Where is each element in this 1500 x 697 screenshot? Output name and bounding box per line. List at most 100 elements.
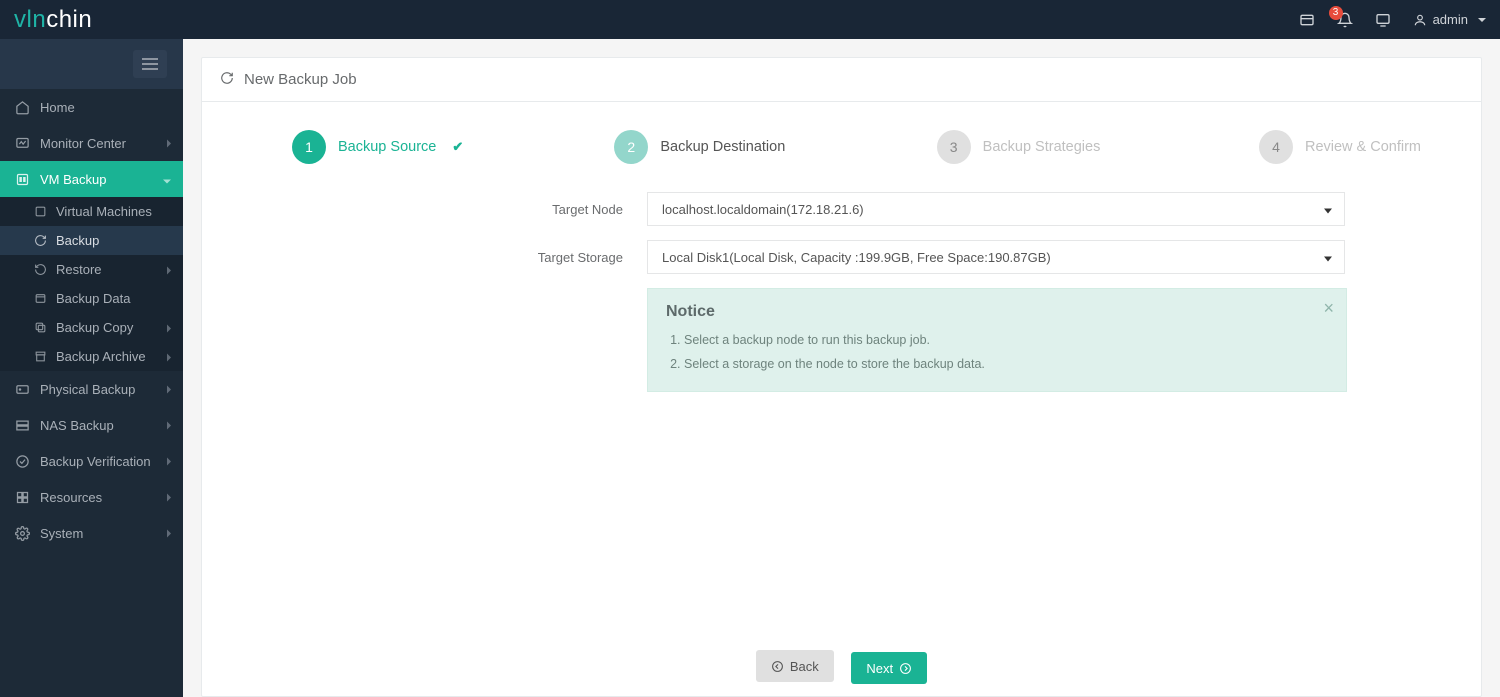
step-backup-destination[interactable]: 2 Backup Destination xyxy=(614,130,936,164)
sidebar-item-physical[interactable]: Physical Backup xyxy=(0,371,183,407)
topbar-right: 3 admin xyxy=(1299,12,1486,28)
step-backup-strategies[interactable]: 3 Backup Strategies xyxy=(937,130,1259,164)
select-target-storage[interactable]: Local Disk1(Local Disk, Capacity :199.9G… xyxy=(647,240,1345,274)
gear-icon xyxy=(14,525,30,541)
select-value: localhost.localdomain(172.18.21.6) xyxy=(662,202,864,217)
sidebar-label-physical: Physical Backup xyxy=(40,382,135,397)
chevron-left-icon xyxy=(167,418,171,433)
logo[interactable]: vlnchin xyxy=(14,0,92,39)
label-target-node: Target Node xyxy=(202,202,647,217)
subitem-label: Backup Copy xyxy=(56,320,133,335)
page-title: New Backup Job xyxy=(244,71,357,88)
subitem-label: Backup Data xyxy=(56,291,130,306)
chevron-left-icon xyxy=(167,454,171,469)
user-menu[interactable]: admin xyxy=(1413,12,1486,27)
subitem-restore[interactable]: Restore xyxy=(0,255,183,284)
label-target-storage: Target Storage xyxy=(202,250,647,265)
sidebar-item-resources[interactable]: Resources xyxy=(0,479,183,515)
chevron-down-icon xyxy=(1324,250,1332,265)
back-button[interactable]: Back xyxy=(756,650,834,682)
step-label: Backup Destination xyxy=(660,139,785,155)
chevron-left-icon xyxy=(167,382,171,397)
chevron-left-icon xyxy=(167,136,171,151)
sidebar: Home Monitor Center VM Backup Virtual Ma… xyxy=(0,39,183,697)
notice-item: Select a storage on the node to store th… xyxy=(684,353,1328,377)
notice-box: × Notice Select a backup node to run thi… xyxy=(647,288,1347,392)
sidebar-item-system[interactable]: System xyxy=(0,515,183,551)
notifications-icon[interactable]: 3 xyxy=(1337,12,1353,28)
subitem-virtualmachines[interactable]: Virtual Machines xyxy=(0,197,183,226)
wizard-steps: 1 Backup Source ✔ 2 Backup Destination 3… xyxy=(202,102,1481,192)
wizard-card: New Backup Job 1 Backup Source ✔ 2 Backu… xyxy=(201,57,1482,697)
arrow-left-icon xyxy=(771,660,784,673)
verification-icon xyxy=(14,453,30,469)
sidebar-item-nas[interactable]: NAS Backup xyxy=(0,407,183,443)
refresh-icon xyxy=(34,234,48,248)
vm-submenu: Virtual Machines Backup Restore Backup D… xyxy=(0,197,183,371)
sidebar-label-nas: NAS Backup xyxy=(40,418,114,433)
step-label: Review & Confirm xyxy=(1305,139,1421,155)
vm-icon xyxy=(14,171,30,187)
sidebar-item-home[interactable]: Home xyxy=(0,89,183,125)
chevron-left-icon xyxy=(167,526,171,541)
topbar: vlnchin 3 admin xyxy=(0,0,1500,39)
subitem-label: Backup Archive xyxy=(56,349,146,364)
subitem-backupcopy[interactable]: Backup Copy xyxy=(0,313,183,342)
select-target-node[interactable]: localhost.localdomain(172.18.21.6) xyxy=(647,192,1345,226)
logo-rest: chin xyxy=(46,6,92,33)
step-number: 3 xyxy=(937,130,971,164)
chevron-left-icon xyxy=(167,320,171,335)
next-button[interactable]: Next xyxy=(851,652,927,684)
chevron-left-icon xyxy=(167,490,171,505)
sidebar-label-vmbackup: VM Backup xyxy=(40,172,106,187)
home-icon xyxy=(14,99,30,115)
sidebar-menu: Home Monitor Center VM Backup Virtual Ma… xyxy=(0,89,183,551)
chevron-left-icon xyxy=(167,349,171,364)
close-icon[interactable]: × xyxy=(1323,299,1334,317)
notifications-badge: 3 xyxy=(1329,6,1343,20)
resources-icon xyxy=(14,489,30,505)
card-header: New Backup Job xyxy=(202,58,1481,102)
monitor-icon xyxy=(14,135,30,151)
nas-icon xyxy=(14,417,30,433)
step-number: 1 xyxy=(292,130,326,164)
sidebar-label-resources: Resources xyxy=(40,490,102,505)
step-label: Backup Strategies xyxy=(983,139,1101,155)
form-area: Target Node localhost.localdomain(172.18… xyxy=(202,192,1481,392)
sidebar-toggle-area xyxy=(0,39,183,89)
step-label: Backup Source xyxy=(338,139,436,155)
sidebar-label-verification: Backup Verification xyxy=(40,454,151,469)
refresh-icon xyxy=(220,71,234,88)
row-target-storage: Target Storage Local Disk1(Local Disk, C… xyxy=(202,240,1481,274)
archive-icon xyxy=(34,350,48,364)
main-content: New Backup Job 1 Backup Source ✔ 2 Backu… xyxy=(183,39,1500,697)
subitem-backuparchive[interactable]: Backup Archive xyxy=(0,342,183,371)
hamburger-button[interactable] xyxy=(133,50,167,78)
select-value: Local Disk1(Local Disk, Capacity :199.9G… xyxy=(662,250,1051,265)
sidebar-label-system: System xyxy=(40,526,83,541)
subitem-backupdata[interactable]: Backup Data xyxy=(0,284,183,313)
step-number: 4 xyxy=(1259,130,1293,164)
back-label: Back xyxy=(790,659,819,674)
subitem-label: Backup xyxy=(56,233,99,248)
fullscreen-icon[interactable] xyxy=(1375,12,1391,28)
logo-accent: vln xyxy=(14,6,46,33)
sidebar-item-monitor[interactable]: Monitor Center xyxy=(0,125,183,161)
arrow-right-icon xyxy=(899,662,912,675)
step-backup-source[interactable]: 1 Backup Source ✔ xyxy=(292,130,614,164)
notice-list: Select a backup node to run this backup … xyxy=(666,329,1328,377)
sidebar-label-home: Home xyxy=(40,100,75,115)
check-icon: ✔ xyxy=(452,139,463,155)
messages-icon[interactable] xyxy=(1299,12,1315,28)
subitem-label: Virtual Machines xyxy=(56,204,152,219)
vms-icon xyxy=(34,205,48,219)
step-number: 2 xyxy=(614,130,648,164)
step-review-confirm[interactable]: 4 Review & Confirm xyxy=(1259,130,1421,164)
subitem-label: Restore xyxy=(56,262,102,277)
sidebar-item-verification[interactable]: Backup Verification xyxy=(0,443,183,479)
data-icon xyxy=(34,292,48,306)
sidebar-item-vmbackup[interactable]: VM Backup xyxy=(0,161,183,197)
chevron-down-icon xyxy=(163,172,171,187)
subitem-backup[interactable]: Backup xyxy=(0,226,183,255)
chevron-left-icon xyxy=(167,262,171,277)
